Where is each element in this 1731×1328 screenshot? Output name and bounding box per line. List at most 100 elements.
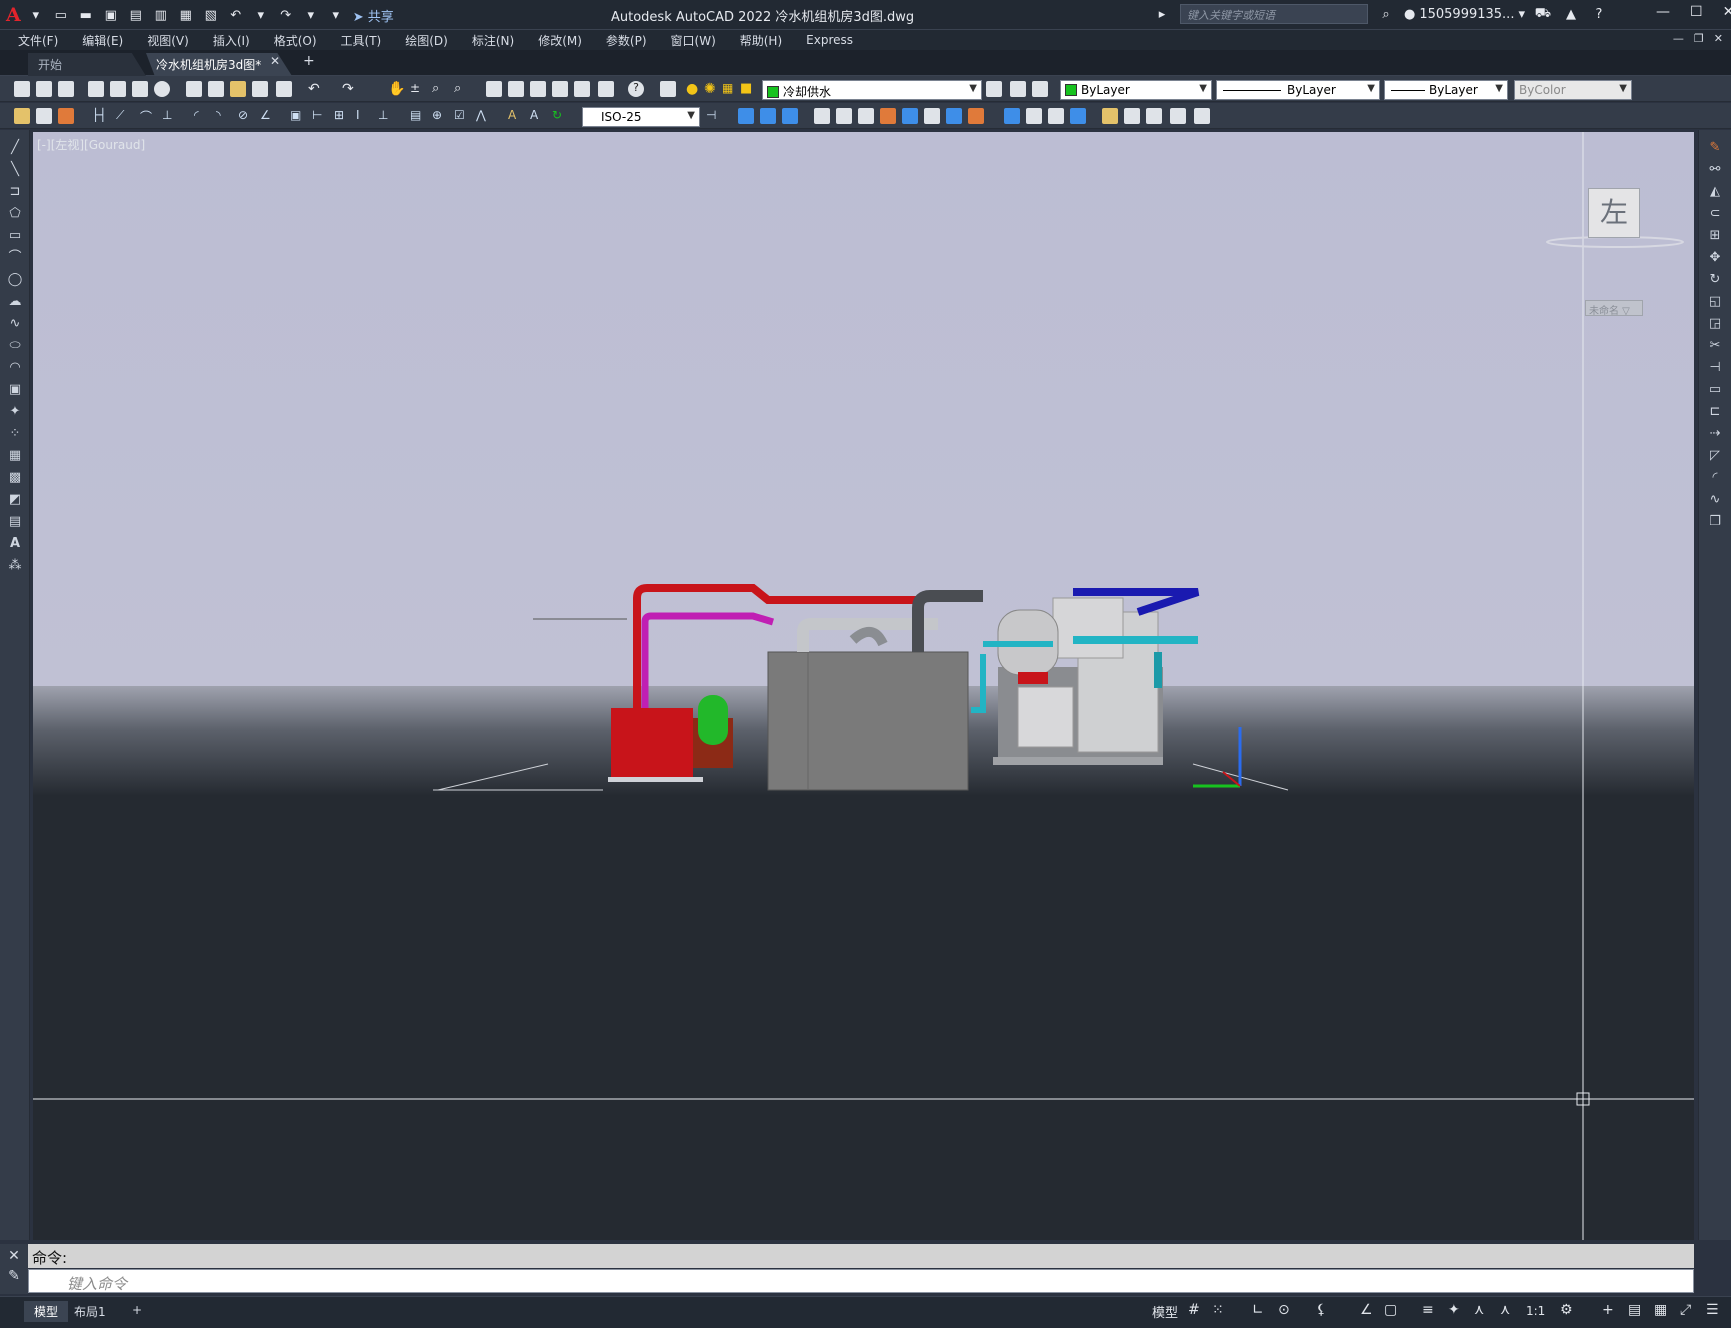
construction-line-icon[interactable]: ╲ — [7, 162, 23, 178]
layer-viewport-icon[interactable]: ▦ — [722, 81, 738, 97]
green-tank[interactable] — [698, 695, 728, 745]
properties-icon[interactable] — [486, 81, 502, 97]
red-valve[interactable] — [1018, 672, 1048, 684]
markup-icon[interactable] — [574, 81, 590, 97]
lineweight-dropdown[interactable]: ByLayer ▼ — [1384, 80, 1508, 100]
menu-parametric[interactable]: 参数(P) — [606, 32, 647, 49]
layer-on-bulb-icon[interactable]: ● — [686, 81, 702, 97]
layer-thaw-sun-icon[interactable]: ✺ — [704, 81, 720, 97]
layer-states-icon[interactable] — [1032, 81, 1048, 97]
tool-palettes-icon[interactable] — [530, 81, 546, 97]
command-close-icon[interactable]: ✕ — [0, 1244, 28, 1264]
gray-chiller-body[interactable] — [767, 651, 969, 791]
search-input[interactable]: 键入关键字或短语 — [1180, 4, 1368, 24]
transparency-icon[interactable]: ✦ — [1448, 1302, 1460, 1318]
linear-dim-icon[interactable]: ├┤ — [92, 108, 108, 124]
point-icon[interactable]: ⁘ — [7, 426, 23, 442]
open-folder-icon[interactable]: ▬ — [76, 5, 96, 25]
autocad-logo[interactable]: A — [6, 4, 21, 26]
save-icon[interactable] — [58, 81, 74, 97]
copy-edges-icon[interactable] — [1004, 108, 1020, 124]
linetype-dropdown[interactable]: ByLayer ▼ — [1216, 80, 1380, 100]
tab-model[interactable]: 模型 — [24, 1301, 69, 1322]
check-icon[interactable] — [1146, 108, 1162, 124]
mirror-icon[interactable]: ◭ — [1707, 184, 1723, 200]
osnap-icon[interactable]: ▢ — [1384, 1302, 1397, 1318]
save-as-icon[interactable]: ▤ — [126, 5, 146, 25]
move-faces-icon[interactable] — [836, 108, 852, 124]
section-icon[interactable] — [1194, 108, 1210, 124]
calculator-icon[interactable] — [598, 81, 614, 97]
circle-icon[interactable]: ◯ — [7, 272, 23, 288]
copy-faces-icon[interactable] — [946, 108, 962, 124]
add-layout-icon[interactable]: + — [122, 1301, 152, 1319]
line-icon[interactable]: ╱ — [7, 140, 23, 156]
units-icon[interactable]: ▤ — [1628, 1302, 1641, 1318]
aligned-dim-icon[interactable]: ⟋ — [116, 108, 132, 124]
fillet-icon[interactable]: ◜ — [1707, 470, 1723, 486]
menu-tools[interactable]: 工具(T) — [341, 32, 382, 49]
right-unit-housing[interactable] — [1052, 597, 1124, 659]
menu-express[interactable]: Express — [806, 33, 853, 47]
help-icon[interactable]: ? — [1589, 4, 1609, 24]
tolerance-icon[interactable]: ▤ — [410, 108, 426, 124]
separate-icon[interactable] — [1102, 108, 1118, 124]
shell-icon[interactable] — [1124, 108, 1140, 124]
gradient-icon[interactable]: ▩ — [7, 470, 23, 486]
paste-icon[interactable] — [230, 81, 246, 97]
close-icon[interactable]: ✕ — [1723, 4, 1731, 20]
menu-modify[interactable]: 修改(M) — [538, 32, 582, 49]
union-icon[interactable] — [738, 108, 754, 124]
snap-icon[interactable]: ⁙ — [1212, 1302, 1224, 1318]
quick-dimension-icon[interactable]: ▣ — [290, 108, 306, 124]
design-center-icon[interactable] — [508, 81, 524, 97]
layer-previous-icon[interactable] — [1010, 81, 1026, 97]
polar-icon[interactable]: ⊙ — [1278, 1302, 1290, 1318]
ordinate-icon[interactable]: ⊥ — [162, 108, 178, 124]
break-icon[interactable]: ⊥ — [378, 108, 394, 124]
revision-cloud-icon[interactable]: ☁ — [7, 294, 23, 310]
slice-icon[interactable] — [1170, 108, 1186, 124]
plotstyle-dropdown[interactable]: ByColor ▼ — [1514, 80, 1632, 100]
new-file-icon[interactable]: ▭ — [51, 5, 71, 25]
menu-draw[interactable]: 绘图(D) — [405, 32, 448, 49]
break-at-point-icon[interactable]: ▭ — [1707, 382, 1723, 398]
space-icon[interactable]: Ι — [356, 108, 372, 124]
command-customize-icon[interactable]: ✎ — [0, 1264, 28, 1284]
radius-icon[interactable]: ◜ — [194, 108, 210, 124]
color-edges-icon[interactable] — [1026, 108, 1042, 124]
app-menu-arrow-icon[interactable]: ▾ — [26, 5, 46, 25]
redo-icon[interactable]: ↷ — [276, 5, 296, 25]
ellipse-icon[interactable]: ⬭ — [7, 338, 23, 354]
copy-icon[interactable] — [208, 81, 224, 97]
multiline-text-icon[interactable]: A — [7, 536, 23, 552]
jogged-icon[interactable]: ◝ — [216, 108, 232, 124]
new-icon[interactable] — [14, 81, 30, 97]
cut-icon[interactable] — [186, 81, 202, 97]
menu-insert[interactable]: 插入(I) — [213, 32, 250, 49]
join-icon[interactable]: ⇢ — [1707, 426, 1723, 442]
annotation-scale[interactable]: 1:1 — [1526, 1304, 1545, 1318]
baseline-icon[interactable]: ⊢ — [312, 108, 328, 124]
viewport-controls-label[interactable]: [-][左视][Gouraud] — [37, 136, 145, 153]
user-account[interactable]: ● 1505999135... ▾ — [1404, 7, 1525, 22]
angular-icon[interactable]: ∠ — [260, 108, 276, 124]
export-icon[interactable]: ▥ — [151, 5, 171, 25]
isodraft-icon[interactable]: ⚸ — [1316, 1302, 1326, 1318]
model-space-button[interactable]: 模型 — [1152, 1302, 1178, 1321]
redo-dropdown-icon[interactable]: ▾ — [301, 5, 321, 25]
doc-restore-icon[interactable]: ❐ — [1694, 32, 1704, 45]
undo-icon[interactable]: ↶ — [226, 5, 246, 25]
cart-icon[interactable]: ⛟ — [1533, 4, 1553, 24]
dim-update-icon[interactable]: ↻ — [552, 108, 568, 124]
publish-icon[interactable] — [132, 81, 148, 97]
menu-dimension[interactable]: 标注(N) — [472, 32, 514, 49]
undo-icon[interactable]: ↶ — [308, 81, 324, 97]
sheet-set-icon[interactable] — [552, 81, 568, 97]
inspect-icon[interactable]: ☑ — [454, 108, 470, 124]
center-mark-icon[interactable]: ⊕ — [432, 108, 448, 124]
tab-layout1[interactable]: 布局1 — [64, 1301, 116, 1322]
customization-menu-icon[interactable]: ☰ — [1706, 1302, 1719, 1318]
zoom-window-icon[interactable]: ⌕ — [432, 81, 448, 97]
quick-properties-icon[interactable]: ▦ — [1654, 1302, 1667, 1318]
